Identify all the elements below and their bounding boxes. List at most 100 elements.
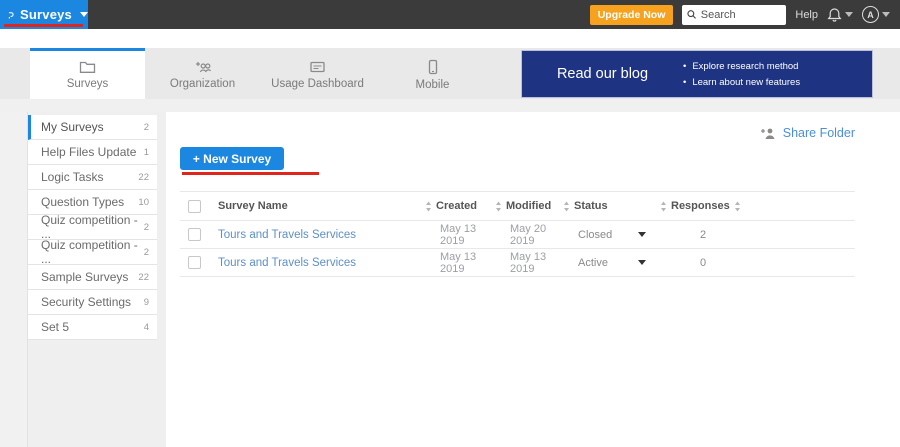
product-name: Surveys	[20, 7, 72, 22]
topbar-actions: Upgrade Now Help A	[590, 5, 900, 25]
chevron-down-icon	[80, 12, 88, 17]
mobile-icon	[427, 59, 439, 75]
column-label: Responses	[671, 200, 730, 212]
page-body: My Surveys 2 Help Files Update 1 Logic T…	[0, 112, 900, 447]
chevron-down-icon	[845, 12, 853, 17]
left-gutter	[0, 112, 28, 447]
column-survey-name[interactable]: Survey Name	[218, 200, 425, 212]
row-checkbox[interactable]	[188, 256, 201, 269]
folder-label: Sample Surveys	[41, 270, 128, 284]
folder-count: 2	[144, 247, 149, 258]
new-survey-area: + New Survey	[180, 147, 284, 170]
sidebar-item-help-files-update[interactable]: Help Files Update 1	[28, 140, 157, 165]
column-modified[interactable]: Modified	[495, 200, 563, 212]
share-folder-link[interactable]: Share Folder	[760, 126, 855, 140]
annotation-underline-new-survey	[182, 172, 319, 175]
annotation-underline-brand	[4, 24, 83, 27]
sidebar-item-sample-surveys[interactable]: Sample Surveys 22	[28, 265, 157, 290]
sort-icon[interactable]	[563, 201, 570, 212]
tab-label: Usage Dashboard	[271, 78, 364, 90]
folder-count: 10	[138, 197, 149, 208]
folder-count: 22	[138, 172, 149, 183]
status-cell: Closed	[563, 229, 660, 241]
tab-mobile[interactable]: Mobile	[375, 48, 490, 99]
upgrade-now-button[interactable]: Upgrade Now	[590, 5, 674, 25]
responses-count[interactable]: 2	[660, 229, 770, 241]
dashboard-icon	[309, 60, 326, 74]
survey-name-link[interactable]: Tours and Travels Services	[218, 257, 356, 269]
blog-banner[interactable]: Read our blog Explore research method Le…	[521, 50, 873, 98]
table-row: Tours and Travels Services May 13 2019 M…	[180, 221, 855, 249]
column-label: Created	[436, 200, 477, 212]
folder-count: 4	[144, 322, 149, 333]
status-dropdown-icon[interactable]	[638, 260, 646, 265]
created-date: May 13 2019	[425, 251, 495, 275]
modified-date: May 13 2019	[495, 251, 563, 275]
folder-label: Quiz competition - ...	[41, 238, 144, 266]
search-input[interactable]	[701, 9, 782, 21]
search-box[interactable]	[682, 5, 786, 25]
folder-count: 2	[144, 122, 149, 133]
blog-banner-bullet: Learn about new features	[683, 77, 800, 88]
sidebar-item-quiz-competition-1[interactable]: Quiz competition - ... 2	[28, 215, 157, 240]
folder-label: Quiz competition - ...	[41, 213, 144, 241]
column-created[interactable]: Created	[425, 200, 495, 212]
sort-icon[interactable]	[495, 201, 502, 212]
chevron-down-icon	[882, 12, 890, 17]
sidebar-item-set-5[interactable]: Set 5 4	[28, 315, 157, 340]
topbar-spacer	[0, 29, 900, 48]
sidebar-item-my-surveys[interactable]: My Surveys 2	[28, 115, 157, 140]
status-value: Closed	[578, 229, 612, 241]
status-cell: Active	[563, 257, 660, 269]
table-header-row: Survey Name Created Modified Status	[180, 191, 855, 221]
search-icon	[687, 9, 696, 20]
sidebar-item-logic-tasks[interactable]: Logic Tasks 22	[28, 165, 157, 190]
column-responses[interactable]: Responses	[660, 200, 770, 212]
tabstrip-shadow	[0, 99, 900, 112]
sort-icon[interactable]	[660, 201, 667, 212]
survey-name-link[interactable]: Tours and Travels Services	[218, 229, 356, 241]
row-checkbox[interactable]	[188, 228, 201, 241]
folder-count: 1	[144, 147, 149, 158]
created-date: May 13 2019	[425, 223, 495, 247]
notifications-menu[interactable]	[827, 7, 853, 23]
sort-icon[interactable]	[425, 201, 432, 212]
new-survey-button[interactable]: + New Survey	[180, 147, 284, 170]
app-window: Surveys Upgrade Now Help	[0, 0, 900, 447]
folder-label: Set 5	[41, 320, 69, 334]
sidebar-item-security-settings[interactable]: Security Settings 9	[28, 290, 157, 315]
top-bar: Surveys Upgrade Now Help	[0, 0, 900, 29]
blog-banner-title: Read our blog	[522, 66, 683, 82]
sidebar-item-question-types[interactable]: Question Types 10	[28, 190, 157, 215]
status-dropdown-icon[interactable]	[638, 232, 646, 237]
account-menu[interactable]: A	[862, 6, 890, 23]
tab-usage-dashboard[interactable]: Usage Dashboard	[260, 48, 375, 99]
share-folder-label: Share Folder	[783, 126, 855, 140]
blog-banner-bullets: Explore research method Learn about new …	[683, 61, 800, 88]
folder-label: Help Files Update	[41, 145, 136, 159]
folder-label: Security Settings	[41, 295, 131, 309]
person-add-icon	[760, 127, 776, 140]
sort-icon[interactable]	[734, 201, 741, 212]
tab-label: Mobile	[416, 79, 450, 91]
surveys-table: Survey Name Created Modified Status	[180, 191, 855, 277]
folder-label: Question Types	[41, 195, 124, 209]
bell-icon	[827, 7, 842, 23]
folder-count: 9	[144, 297, 149, 308]
folder-count: 22	[138, 272, 149, 283]
proprofs-logo-icon	[8, 5, 14, 25]
tab-organization[interactable]: Organization	[145, 48, 260, 99]
column-status[interactable]: Status	[563, 200, 660, 212]
select-all-checkbox[interactable]	[188, 200, 201, 213]
folder-label: Logic Tasks	[41, 170, 103, 184]
folders-sidebar: My Surveys 2 Help Files Update 1 Logic T…	[28, 112, 166, 447]
sidebar-item-quiz-competition-2[interactable]: Quiz competition - ... 2	[28, 240, 157, 265]
table-row: Tours and Travels Services May 13 2019 M…	[180, 249, 855, 277]
tab-surveys[interactable]: Surveys	[30, 48, 145, 99]
blog-banner-bullet: Explore research method	[683, 61, 800, 72]
help-link[interactable]: Help	[795, 9, 818, 21]
responses-count[interactable]: 0	[660, 257, 770, 269]
tab-label: Organization	[170, 78, 235, 90]
main-tabs: Surveys Organization Usage Dashboard M	[0, 48, 900, 99]
folder-count: 2	[144, 222, 149, 233]
